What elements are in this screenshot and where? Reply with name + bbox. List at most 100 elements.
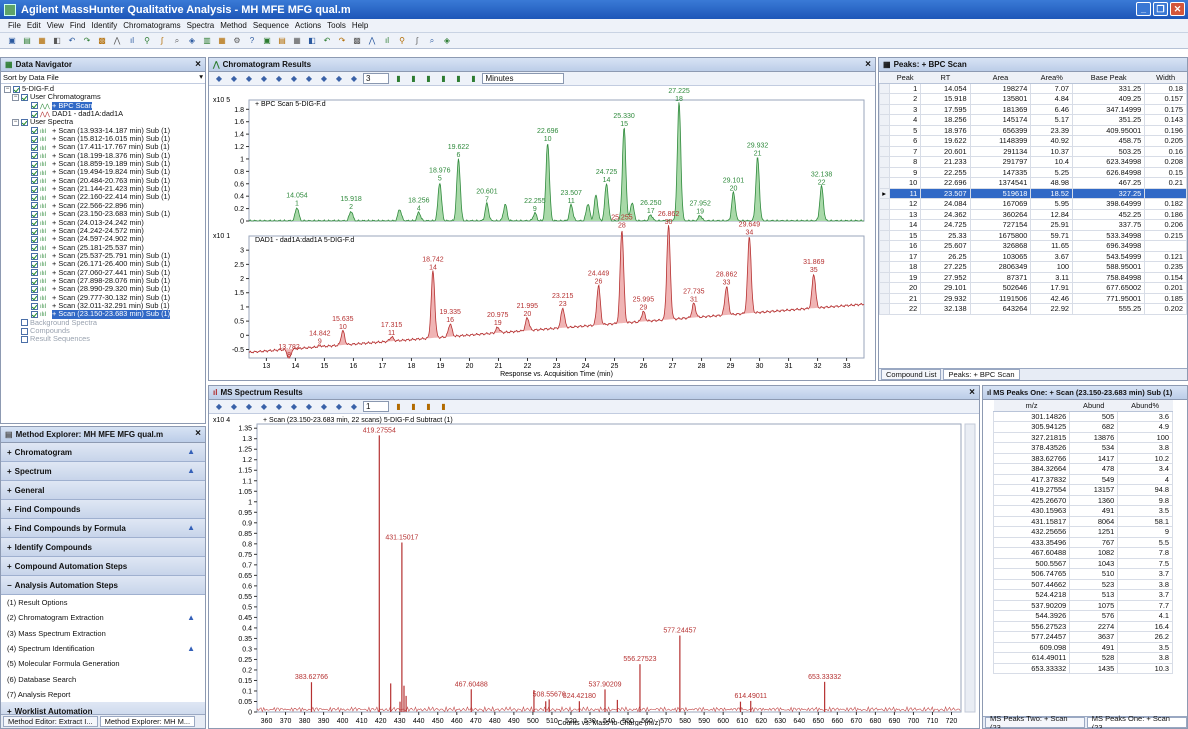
menu-spectra[interactable]: Spectra bbox=[187, 21, 215, 30]
table-row[interactable]: 4 18.256 145174 5.17 351.25 0.143 bbox=[879, 114, 1187, 126]
integrate-icon[interactable]: ∫ bbox=[411, 35, 423, 47]
table-row[interactable]: 537.90209 1075 7.7 bbox=[992, 599, 1173, 611]
section-identify-compounds[interactable]: + Identify Compounds bbox=[1, 538, 205, 557]
checkbox[interactable] bbox=[21, 319, 28, 327]
tab-method-explorer[interactable]: Method Explorer: MH M... bbox=[99, 716, 196, 727]
section-chromatogram[interactable]: + Chromatogram ▲ bbox=[1, 443, 205, 462]
identify-icon[interactable]: ◈ bbox=[186, 35, 198, 47]
checkbox[interactable] bbox=[31, 135, 38, 143]
checkbox[interactable] bbox=[21, 335, 28, 343]
table-row[interactable]: 18 27.225 2806349 100 588.95001 0.235 bbox=[879, 261, 1187, 273]
sort-dropdown[interactable]: Sort by Data File ▾ bbox=[1, 72, 205, 84]
table-icon[interactable]: ▦ bbox=[216, 35, 228, 47]
table-row[interactable]: 22 32.138 643264 22.92 555.25 0.202 bbox=[879, 303, 1187, 315]
table-row[interactable]: 8 21.233 291797 10.4 623.34998 0.208 bbox=[879, 156, 1187, 168]
table-row[interactable]: 301.14826 505 3.6 bbox=[992, 410, 1173, 422]
automation-step[interactable]: (4) Spectrum Identification ▲ bbox=[1, 641, 205, 656]
previous-icon[interactable]: ◆ bbox=[333, 401, 345, 413]
section-spectrum[interactable]: + Spectrum ▲ bbox=[1, 462, 205, 481]
tree-spectrum-item[interactable]: ılıl + Scan (23.150-23.683 min) Sub (1) bbox=[3, 309, 203, 319]
table-row[interactable]: 19 27.952 87371 3.11 758.84998 0.154 bbox=[879, 271, 1187, 283]
table-row[interactable]: 544.3926 576 4.1 bbox=[992, 610, 1173, 622]
redo-icon[interactable]: ↷ bbox=[81, 35, 93, 47]
autoscale-icon[interactable]: ◆ bbox=[243, 401, 255, 413]
table-row[interactable]: 9 22.255 147335 5.25 626.84998 0.15 bbox=[879, 166, 1187, 178]
find-icon[interactable]: ⌕ bbox=[171, 35, 183, 47]
checkbox[interactable] bbox=[31, 169, 38, 177]
section-find-compounds[interactable]: + Find Compounds bbox=[1, 500, 205, 519]
pointer-icon[interactable]: ◆ bbox=[213, 73, 225, 85]
method-icon[interactable]: ▩ bbox=[96, 35, 108, 47]
table-row[interactable]: 433.35496 767 5.5 bbox=[992, 536, 1173, 548]
checkbox[interactable] bbox=[31, 277, 38, 285]
column-header[interactable]: Abund bbox=[1069, 400, 1118, 412]
table-icon[interactable]: ◆ bbox=[273, 401, 285, 413]
checkbox[interactable] bbox=[31, 110, 38, 118]
table-row[interactable]: 556.27523 2274 16.4 bbox=[992, 620, 1173, 632]
tree-chromatogram-item[interactable]: ⋀⋀ DAD1 - dad1A:dad1A bbox=[3, 109, 203, 118]
copy-icon[interactable]: ◧ bbox=[306, 35, 318, 47]
menu-find[interactable]: Find bbox=[70, 21, 86, 30]
table-row[interactable]: 432.25656 1251 9 bbox=[992, 526, 1173, 538]
automation-step[interactable]: (5) Molecular Formula Generation bbox=[1, 656, 205, 671]
table-row[interactable]: 17 26.25 103065 3.67 543.54999 0.121 bbox=[879, 250, 1187, 262]
table-row[interactable]: 506.74765 510 3.7 bbox=[992, 568, 1173, 580]
column-header[interactable]: Area bbox=[970, 72, 1031, 84]
checkbox[interactable] bbox=[31, 260, 38, 268]
menu-method[interactable]: Method bbox=[220, 21, 247, 30]
column-header[interactable]: Area% bbox=[1030, 72, 1073, 84]
close-button[interactable]: ✕ bbox=[1170, 2, 1185, 16]
table-row[interactable]: 430.15963 491 3.5 bbox=[992, 505, 1173, 517]
column-header[interactable]: m/z bbox=[993, 400, 1070, 412]
next-icon[interactable]: ◆ bbox=[348, 73, 360, 85]
overlay-count-field[interactable]: 3 bbox=[363, 73, 390, 84]
next-icon[interactable]: ◆ bbox=[348, 401, 360, 413]
table-row[interactable]: 378.43526 534 3.8 bbox=[992, 442, 1173, 454]
overlay-icon[interactable]: ▮ bbox=[392, 73, 404, 85]
checkbox[interactable] bbox=[21, 119, 28, 127]
table-row[interactable]: 15 25.33 1675800 59.71 533.34998 0.215 bbox=[879, 229, 1187, 241]
menu-edit[interactable]: Edit bbox=[27, 21, 41, 30]
checkbox[interactable] bbox=[31, 285, 38, 293]
zoom-icon[interactable]: ◆ bbox=[258, 73, 270, 85]
checkbox[interactable] bbox=[31, 210, 38, 218]
checkbox[interactable] bbox=[31, 152, 38, 160]
integrate-icon[interactable]: ∫ bbox=[156, 35, 168, 47]
column-header[interactable]: Width bbox=[1144, 72, 1187, 84]
method-icon[interactable]: ▩ bbox=[351, 35, 363, 47]
checkbox[interactable] bbox=[21, 327, 28, 335]
checkbox[interactable] bbox=[31, 127, 38, 135]
checkbox[interactable] bbox=[31, 235, 38, 243]
report-icon[interactable]: ▥ bbox=[201, 35, 213, 47]
section-compound-automation-steps[interactable]: + Compound Automation Steps bbox=[1, 557, 205, 576]
table-row[interactable]: 524.4218 513 3.7 bbox=[992, 589, 1173, 601]
menu-identify[interactable]: Identify bbox=[91, 21, 117, 30]
checkbox[interactable] bbox=[31, 294, 38, 302]
redo-icon[interactable]: ↷ bbox=[336, 35, 348, 47]
checkbox[interactable] bbox=[31, 194, 38, 202]
baseline-icon[interactable]: ◆ bbox=[303, 401, 315, 413]
normalize-icon[interactable]: ▮ bbox=[452, 73, 464, 85]
table-row[interactable]: 3 17.595 181369 6.46 347.14999 0.175 bbox=[879, 103, 1187, 115]
pan-icon[interactable]: ◆ bbox=[228, 401, 240, 413]
table-row[interactable]: 12 24.084 167069 5.95 398.64999 0.182 bbox=[879, 198, 1187, 210]
menu-actions[interactable]: Actions bbox=[295, 21, 321, 30]
tree-other-item[interactable]: Result Sequences bbox=[3, 334, 203, 343]
automation-step[interactable]: (2) Chromatogram Extraction ▲ bbox=[1, 610, 205, 625]
checkbox[interactable] bbox=[31, 219, 38, 227]
table-row[interactable]: 6 19.622 1148399 40.92 458.75 0.205 bbox=[879, 135, 1187, 147]
table-row[interactable]: 327.21815 13876 100 bbox=[992, 431, 1173, 443]
autoscale-icon[interactable]: ◆ bbox=[243, 73, 255, 85]
table-row[interactable]: 577.24457 3637 26.2 bbox=[992, 631, 1173, 643]
spectrum-icon[interactable]: ▮ bbox=[392, 401, 404, 413]
tab-ms-peaks-two[interactable]: MS Peaks Two: + Scan (23... bbox=[985, 714, 1085, 728]
peak-icon[interactable]: ◆ bbox=[318, 73, 330, 85]
table-row[interactable]: 425.26670 1360 9.8 bbox=[992, 494, 1173, 506]
baseline-icon[interactable]: ◆ bbox=[303, 73, 315, 85]
checkbox[interactable] bbox=[31, 269, 38, 277]
automation-step[interactable]: (3) Mass Spectrum Extraction bbox=[1, 626, 205, 641]
help-icon[interactable]: ? bbox=[246, 35, 258, 47]
list-icon[interactable]: ▮ bbox=[407, 73, 419, 85]
column-header[interactable]: Peak bbox=[889, 72, 921, 84]
table-row[interactable]: 1 14.054 198274 7.07 331.25 0.18 bbox=[879, 82, 1187, 94]
